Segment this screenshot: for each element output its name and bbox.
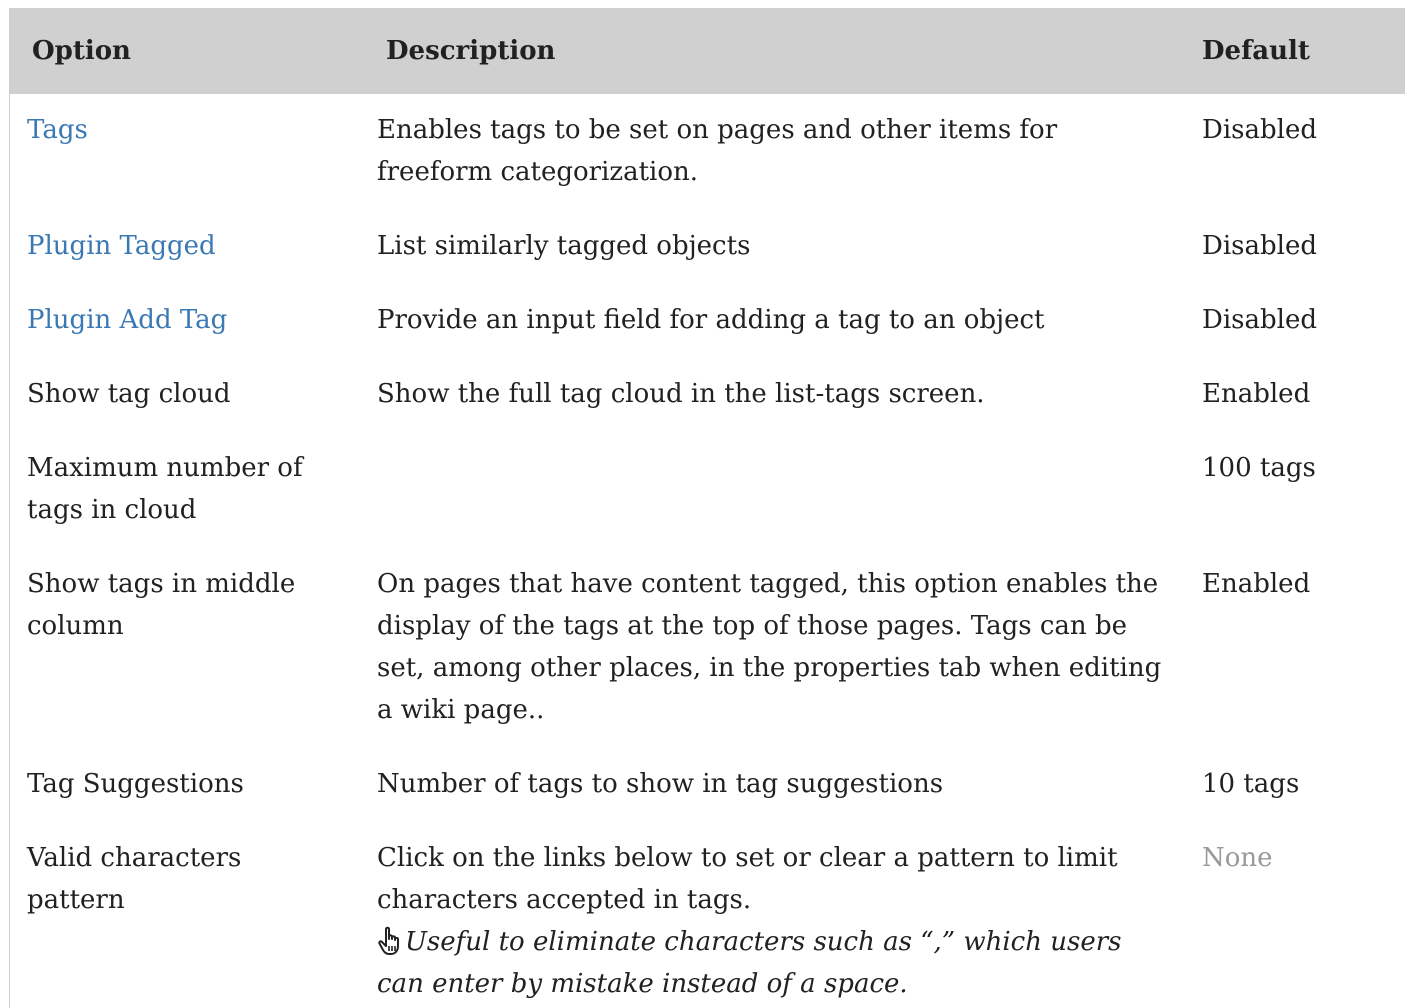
option-cell: Tag Suggestions (27, 769, 244, 799)
description-cell: Number of tags to show in tag suggestion… (377, 769, 944, 799)
table-header: Option Description Default (10, 8, 1405, 94)
description-cell: List similarly tagged objects (377, 231, 751, 261)
preferences-table-container: Option Description Default Tags Enables … (9, 8, 1413, 1008)
description-cell: Provide an input field for adding a tag … (377, 305, 1045, 335)
header-row: Option Description Default (10, 8, 1405, 94)
default-cell: Enabled (1202, 379, 1311, 409)
tip-text: Useful to eliminate characters such as “… (377, 927, 1122, 999)
table-row: Maximum number of tags in cloud 100 tags (10, 432, 1405, 548)
table-row: Show tags in middle column On pages that… (10, 548, 1405, 748)
option-cell: Valid characters pattern (27, 843, 242, 915)
pointing-hand-icon (377, 926, 403, 956)
table-row: Tag Suggestions Number of tags to show i… (10, 748, 1405, 822)
option-cell: Show tags in middle column (27, 569, 296, 641)
description-cell: Show the full tag cloud in the list-tags… (377, 379, 985, 409)
option-cell: Show tag cloud (27, 379, 231, 409)
table-row: Plugin Add Tag Provide an input field fo… (10, 284, 1405, 358)
table-row: Show tag cloud Show the full tag cloud i… (10, 358, 1405, 432)
default-cell: Disabled (1202, 305, 1317, 335)
description-cell: On pages that have content tagged, this … (377, 569, 1162, 725)
default-cell: Disabled (1202, 115, 1317, 145)
default-cell: Enabled (1202, 569, 1311, 599)
option-cell: Maximum number of tags in cloud (27, 453, 303, 525)
header-default: Default (1188, 8, 1405, 94)
option-link-plugin-add-tag[interactable]: Plugin Add Tag (27, 305, 227, 335)
table-body: Tags Enables tags to be set on pages and… (10, 94, 1405, 1008)
option-cell: Plugin Tagged (10, 210, 344, 284)
default-cell: None (1202, 843, 1273, 873)
default-cell: Disabled (1202, 231, 1317, 261)
table-row: Plugin Tagged List similarly tagged obje… (10, 210, 1405, 284)
header-option: Option (10, 8, 344, 94)
table-row: Tags Enables tags to be set on pages and… (10, 94, 1405, 210)
default-cell: 100 tags (1202, 453, 1316, 483)
description-cell: Click on the links below to set or clear… (344, 822, 1188, 1008)
default-cell: 10 tags (1202, 769, 1300, 799)
description-cell: Enables tags to be set on pages and othe… (377, 115, 1058, 187)
option-cell: Tags (10, 94, 344, 210)
header-description: Description (344, 8, 1188, 94)
description-cell (344, 432, 1188, 548)
description-text: Click on the links below to set or clear… (377, 843, 1118, 915)
option-link-plugin-tagged[interactable]: Plugin Tagged (27, 231, 216, 261)
option-link-tags[interactable]: Tags (27, 115, 88, 145)
option-cell: Plugin Add Tag (10, 284, 344, 358)
table-row: Valid characters pattern Click on the li… (10, 822, 1405, 1008)
tag-preferences-table: Option Description Default Tags Enables … (10, 8, 1405, 1008)
